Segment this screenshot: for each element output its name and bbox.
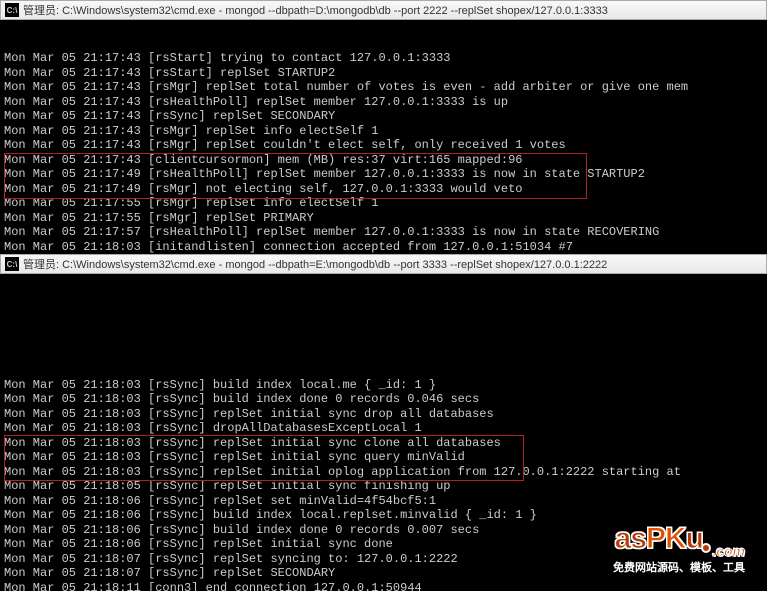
console-line: Mon Mar 05 21:18:03 [rsSync] dropAllData…	[4, 421, 763, 436]
console-line: Mon Mar 05 21:17:57 [rsHealthPoll] replS…	[4, 225, 763, 240]
console-line: Mon Mar 05 21:17:43 [clientcursormon] me…	[4, 153, 763, 168]
console-line: Mon Mar 05 21:17:43 [rsMgr] replSet tota…	[4, 80, 763, 95]
console-line: Mon Mar 05 21:18:03 [rsSync] build index…	[4, 378, 763, 393]
window2-title-bar: C:\ 管理员: C:\Windows\system32\cmd.exe - m…	[0, 254, 767, 274]
console-line: Mon Mar 05 21:17:43 [rsStart] trying to …	[4, 51, 763, 66]
console-line: Mon Mar 05 21:18:06 [rsSync] replSet ini…	[4, 537, 763, 552]
console-line: Mon Mar 05 21:18:06 [rsSync] build index…	[4, 508, 763, 523]
watermark-dot-icon	[701, 543, 711, 553]
console-line: Mon Mar 05 21:17:55 [rsMgr] replSet info…	[4, 196, 763, 211]
window2-title-text: 管理员: C:\Windows\system32\cmd.exe - mongo…	[23, 256, 607, 272]
console-line: Mon Mar 05 21:18:03 [rsSync] replSet ini…	[4, 450, 763, 465]
window1-title-bar: C:\ 管理员: C:\Windows\system32\cmd.exe - m…	[0, 0, 767, 20]
console-line: Mon Mar 05 21:17:55 [rsMgr] replSet PRIM…	[4, 211, 763, 226]
console-line: Mon Mar 05 21:18:03 [rsSync] replSet ini…	[4, 436, 763, 451]
console-line: Mon Mar 05 21:18:03 [rsSync] replSet ini…	[4, 465, 763, 480]
console-line: Mon Mar 05 21:17:49 [rsHealthPoll] replS…	[4, 167, 763, 182]
console-line: Mon Mar 05 21:18:05 [rsSync] replSet ini…	[4, 479, 763, 494]
console-line: Mon Mar 05 21:18:03 [initandlisten] conn…	[4, 240, 763, 255]
console-line: Mon Mar 05 21:17:43 [rsMgr] replSet coul…	[4, 138, 763, 153]
console-line: Mon Mar 05 21:18:06 [rsSync] build index…	[4, 523, 763, 538]
cmd-icon: C:\	[5, 257, 19, 271]
console-line: Mon Mar 05 21:18:07 [rsSync] replSet syn…	[4, 552, 763, 567]
console-line: Mon Mar 05 21:18:03 [rsSync] build index…	[4, 392, 763, 407]
console-line: Mon Mar 05 21:17:43 [rsSync] replSet SEC…	[4, 109, 763, 124]
console-line: Mon Mar 05 21:17:43 [rsStart] replSet ST…	[4, 66, 763, 81]
console-line: Mon Mar 05 21:17:43 [rsMgr] replSet info…	[4, 124, 763, 139]
console-line: Mon Mar 05 21:18:03 [rsSync] replSet ini…	[4, 407, 763, 422]
console-line: Mon Mar 05 21:18:07 [rsSync] replSet SEC…	[4, 566, 763, 581]
console1-output[interactable]: Mon Mar 05 21:17:43 [rsStart] trying to …	[0, 20, 767, 254]
console-line: Mon Mar 05 21:17:49 [rsMgr] not electing…	[4, 182, 763, 197]
console-line: Mon Mar 05 21:18:11 [conn3] end connecti…	[4, 581, 763, 591]
console-line: Mon Mar 05 21:18:06 [rsSync] replSet set…	[4, 494, 763, 509]
console-line: Mon Mar 05 21:17:43 [rsHealthPoll] replS…	[4, 95, 763, 110]
console2-output[interactable]: asPKu .com 免费网站源码、模板、工具 Mon Mar 05 21:18…	[0, 274, 767, 591]
window1-title-text: 管理员: C:\Windows\system32\cmd.exe - mongo…	[23, 2, 608, 18]
cmd-icon: C:\	[5, 3, 19, 17]
